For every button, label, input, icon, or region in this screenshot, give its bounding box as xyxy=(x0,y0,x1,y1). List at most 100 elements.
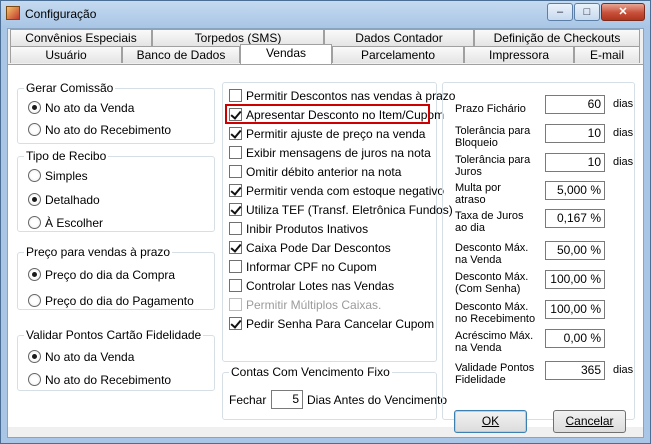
group-tipo-recibo: Tipo de Recibo Simples Detalhado À Escol… xyxy=(17,149,215,232)
radio-label: Preço do dia do Pagamento xyxy=(45,294,194,308)
config-window: Configuração – □ ✕ Convênios Especiais T… xyxy=(0,0,651,444)
tab-convenios-especiais[interactable]: Convênios Especiais xyxy=(10,29,152,46)
checkbox-label: Exibir mensagens de juros na nota xyxy=(246,146,431,160)
param-input[interactable]: 100,00 % xyxy=(545,270,605,289)
group-title-pontos-fidelidade: Validar Pontos Cartão Fidelidade xyxy=(24,328,204,342)
tab-vendas[interactable]: Vendas xyxy=(240,44,332,64)
param-label: Taxa de Juros ao dia xyxy=(455,210,524,234)
title-bar[interactable]: Configuração – □ ✕ xyxy=(1,1,650,27)
minimize-button[interactable]: – xyxy=(547,3,573,21)
param-label: Desconto Máx. no Recebimento xyxy=(455,301,536,325)
cancel-label: Cancelar xyxy=(565,414,614,428)
radio-label: No ato do Recebimento xyxy=(45,373,172,387)
checkbox[interactable] xyxy=(229,146,242,159)
tab-usuario[interactable]: Usuário xyxy=(10,46,122,63)
maximize-button[interactable]: □ xyxy=(574,3,600,21)
checkbox[interactable] xyxy=(229,317,242,330)
param-input[interactable]: 50,00 % xyxy=(545,241,605,260)
group-preco-prazo: Preço para vendas à prazo Preço do dia d… xyxy=(17,245,215,310)
param-label: Desconto Máx. na Venda xyxy=(455,242,529,266)
radio-button[interactable] xyxy=(28,169,41,182)
radio-label: Preço do dia da Compra xyxy=(45,268,176,282)
dias-antes-label: Dias Antes do Vencimento xyxy=(307,393,448,407)
app-icon xyxy=(6,6,20,20)
checkbox-label: Utiliza TEF (Transf. Eletrônica Fundos) xyxy=(246,203,453,217)
checkbox-label: Informar CPF no Cupom xyxy=(246,260,377,274)
checkbox[interactable] xyxy=(229,127,242,140)
group-title-preco-prazo: Preço para vendas à prazo xyxy=(24,245,173,259)
param-input[interactable]: 10 xyxy=(545,124,605,143)
highlight-box xyxy=(225,104,430,124)
tab-banco-de-dados[interactable]: Banco de Dados xyxy=(122,46,240,63)
param-unit: dias xyxy=(613,156,634,168)
radio-button[interactable] xyxy=(28,216,41,229)
dias-vencimento-input[interactable]: 5 xyxy=(271,390,303,409)
cancel-button[interactable]: Cancelar xyxy=(553,410,626,433)
tab-impressora[interactable]: Impressora xyxy=(464,46,574,63)
group-title-gerar-comissao: Gerar Comissão xyxy=(24,81,116,95)
ok-button[interactable]: OK xyxy=(454,410,527,433)
checkbox[interactable] xyxy=(229,260,242,273)
checkbox-label: Controlar Lotes nas Vendas xyxy=(246,279,395,293)
tab-dados-contador[interactable]: Dados Contador xyxy=(324,29,474,46)
group-contas-vencimento: Contas Com Vencimento Fixo Fechar 5 Dias… xyxy=(222,365,447,420)
radio-label: Simples xyxy=(45,169,88,183)
radio-button[interactable] xyxy=(28,268,41,281)
close-button[interactable]: ✕ xyxy=(601,3,645,21)
radio-button[interactable] xyxy=(28,350,41,363)
window-title: Configuração xyxy=(25,7,97,21)
param-input[interactable]: 0,167 % xyxy=(545,209,605,228)
param-input[interactable]: 5,000 % xyxy=(545,181,605,200)
param-unit: dias xyxy=(613,127,634,139)
radio-button[interactable] xyxy=(28,193,41,206)
radio-button[interactable] xyxy=(28,294,41,307)
param-label: Tolerância para Bloqueio xyxy=(455,125,531,149)
checkbox-label: Omitir débito anterior na nota xyxy=(246,165,402,179)
checkbox[interactable] xyxy=(229,241,242,254)
param-input[interactable]: 10 xyxy=(545,153,605,172)
fechar-label: Fechar xyxy=(229,393,267,407)
radio-button[interactable] xyxy=(28,373,41,386)
param-label: Desconto Máx. (Com Senha) xyxy=(455,271,529,295)
checkbox[interactable] xyxy=(229,89,242,102)
checkbox-label: Inibir Produtos Inativos xyxy=(246,222,369,236)
ok-label: OK xyxy=(481,414,500,428)
radio-label: No ato da Venda xyxy=(45,101,135,115)
checkbox-label: Caixa Pode Dar Descontos xyxy=(246,241,391,255)
radio-label: No ato da Venda xyxy=(45,350,135,364)
param-input[interactable]: 0,00 % xyxy=(545,329,605,348)
param-unit: dias xyxy=(613,364,634,376)
radio-button[interactable] xyxy=(28,123,41,136)
checkbox[interactable] xyxy=(229,279,242,292)
group-title-tipo-recibo: Tipo de Recibo xyxy=(24,149,109,163)
checkbox[interactable] xyxy=(229,203,242,216)
param-unit: dias xyxy=(613,98,634,110)
param-label: Tolerância para Juros xyxy=(455,154,531,178)
checkbox[interactable] xyxy=(229,222,242,235)
group-gerar-comissao: Gerar Comissão No ato da Venda No ato do… xyxy=(17,81,215,144)
group-pontos-fidelidade: Validar Pontos Cartão Fidelidade No ato … xyxy=(17,328,215,391)
radio-button[interactable] xyxy=(28,101,41,114)
checkbox-label: Permitir Múltiplos Caixas. xyxy=(246,298,382,312)
group-parametros: Prazo Fichário 60 dias Tolerância para Bloq… xyxy=(442,82,635,420)
param-label: Validade Pontos Fidelidade xyxy=(455,362,535,386)
tab-definicao-checkouts[interactable]: Definição de Checkouts xyxy=(474,29,640,46)
checkbox-label: Permitir ajuste de preço na venda xyxy=(246,127,426,141)
param-label: Acréscimo Máx. na Venda xyxy=(455,330,534,354)
tab-parcelamento[interactable]: Parcelamento xyxy=(332,46,464,63)
radio-label: No ato do Recebimento xyxy=(45,123,172,137)
checkbox-label: Permitir venda com estoque negativo xyxy=(246,184,445,198)
tab-email[interactable]: E-mail xyxy=(574,46,640,63)
checkbox[interactable] xyxy=(229,165,242,178)
checkbox-label: Permitir Descontos nas vendas à prazo xyxy=(246,89,456,103)
param-input[interactable]: 60 xyxy=(545,95,605,114)
param-input[interactable]: 365 xyxy=(545,361,605,380)
checkbox[interactable] xyxy=(229,184,242,197)
group-opcoes-venda: Permitir Descontos nas vendas à prazo Ap… xyxy=(222,82,455,362)
radio-label: Detalhado xyxy=(45,193,100,207)
param-input[interactable]: 100,00 % xyxy=(545,300,605,319)
param-label: Multa por atraso xyxy=(455,182,501,206)
group-title-contas-vencimento: Contas Com Vencimento Fixo xyxy=(229,365,392,379)
param-label: Prazo Fichário xyxy=(455,103,526,115)
vendas-tab-panel: Gerar Comissão No ato da Venda No ato do… xyxy=(8,64,643,427)
